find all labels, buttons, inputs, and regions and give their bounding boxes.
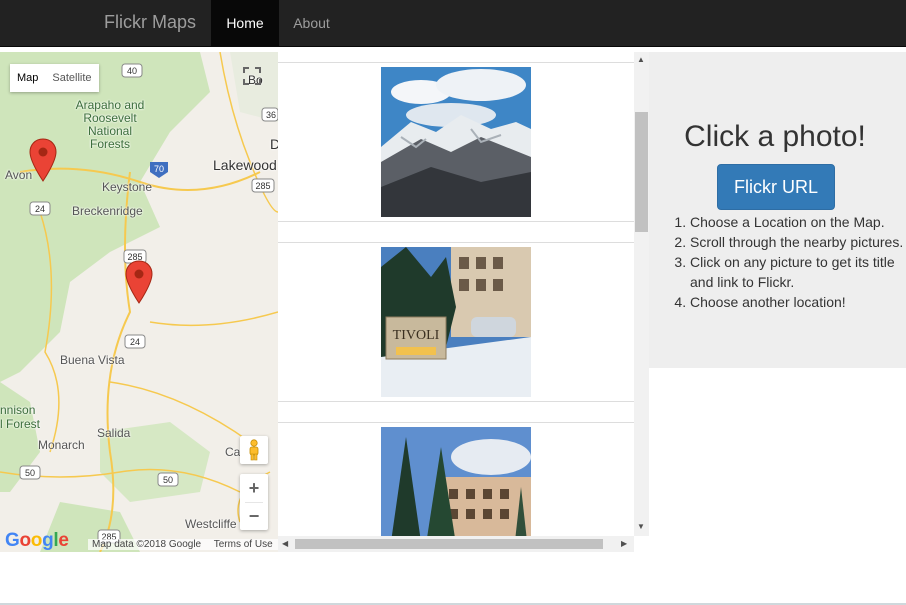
map-label-arapaho: Arapaho and Roosevelt National Forests [75, 98, 145, 151]
map-label-breckenridge: Breckenridge [72, 204, 143, 218]
scroll-left-arrow[interactable]: ◀ [282, 539, 288, 548]
photo-lodge[interactable] [381, 427, 531, 552]
scroll-down-arrow[interactable]: ▼ [637, 522, 645, 531]
flickr-url-button[interactable]: Flickr URL [717, 164, 835, 210]
instruction-item: Click on any picture to get its title an… [690, 252, 906, 292]
scroll-up-arrow[interactable]: ▲ [637, 55, 645, 64]
google-logo[interactable]: Google [5, 530, 69, 552]
instruction-item: Scroll through the nearby pictures. [690, 232, 906, 252]
info-panel: Click a photo! Flickr URL Choose a Locat… [649, 52, 906, 368]
pegman-icon [249, 439, 259, 461]
map-label-salida: Salida [97, 426, 131, 440]
info-title: Click a photo! [684, 120, 866, 153]
map-label-westcliffe: Westcliffe [185, 517, 237, 531]
terms-of-use-link[interactable]: Terms of Use [214, 539, 273, 550]
navbar-brand[interactable]: Flickr Maps [104, 12, 196, 33]
nav-about-link[interactable]: About [279, 0, 344, 47]
photo-lodge-image [381, 427, 531, 552]
horizontal-scrollbar[interactable]: ◀ ▶ [278, 536, 634, 552]
photo-item[interactable] [278, 422, 634, 552]
map-label-monarch: Monarch [38, 438, 85, 452]
map-footer: Map data ©2018 Google Terms of Use [88, 539, 278, 550]
zoom-control: + − [240, 474, 268, 530]
pegman-button[interactable] [240, 436, 268, 464]
map-type-satellite-button[interactable]: Satellite [45, 64, 98, 92]
map-label-forest: l Forest [0, 417, 41, 431]
instruction-item: Choose a Location on the Map. [690, 212, 906, 232]
map-label-d: D [270, 136, 278, 152]
map-data-credit: Map data ©2018 Google [92, 539, 202, 550]
map-type-control: Map Satellite [10, 64, 99, 92]
photo-list[interactable]: TIVOLI ▲ ▼ ◀ ▶ [278, 52, 649, 552]
photo-tivoli-image: TIVOLI [381, 247, 531, 397]
map-label-gunnison: nnison [0, 403, 36, 417]
fullscreen-button[interactable] [240, 64, 264, 88]
map-marker-1[interactable] [29, 138, 57, 182]
photo-mountain-image [381, 67, 531, 217]
photo-item[interactable]: TIVOLI [278, 242, 634, 402]
map-marker-2[interactable] [125, 260, 153, 304]
scrollbar-corner [634, 536, 649, 552]
map-type-map-button[interactable]: Map [10, 64, 45, 92]
svg-text:TIVOLI: TIVOLI [393, 328, 440, 343]
horizontal-scroll-thumb[interactable] [295, 539, 603, 549]
photo-tivoli[interactable]: TIVOLI [381, 247, 531, 397]
map-label-ca: Ca [225, 445, 241, 459]
photo-item[interactable] [278, 62, 634, 222]
instructions-list: Choose a Location on the Map. Scroll thr… [690, 212, 906, 312]
map-label-keystone: Keystone [102, 180, 153, 194]
vertical-scrollbar[interactable]: ▲ ▼ [634, 52, 649, 536]
navbar: Flickr Maps Home About [0, 0, 906, 47]
map[interactable]: Bo Arapaho and Roosevelt National Forest… [0, 52, 278, 552]
map-label-buena-vista: Buena Vista [60, 353, 125, 367]
vertical-scroll-thumb[interactable] [635, 112, 648, 232]
map-label-lakewood: Lakewood [213, 157, 277, 173]
photo-mountain[interactable] [381, 67, 531, 217]
instruction-item: Choose another location! [690, 292, 906, 312]
zoom-divider [245, 502, 263, 503]
zoom-out-button[interactable]: − [240, 502, 268, 530]
fullscreen-icon [243, 67, 261, 85]
zoom-in-button[interactable]: + [240, 474, 268, 502]
scroll-right-arrow[interactable]: ▶ [621, 539, 627, 548]
nav-home-link[interactable]: Home [211, 0, 279, 47]
